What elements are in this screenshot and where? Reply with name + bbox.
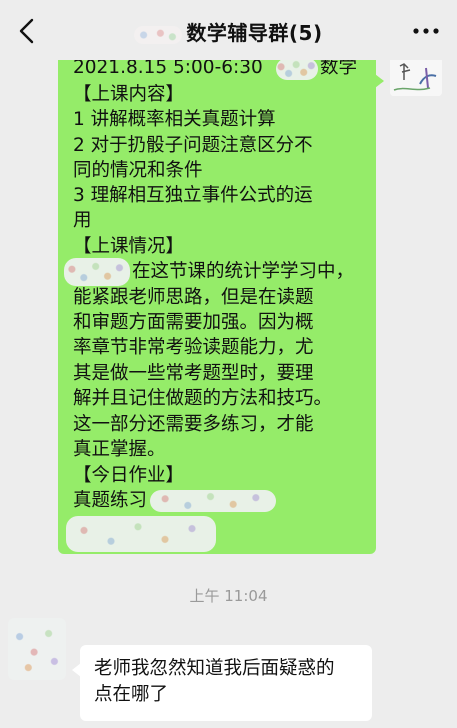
group-name: 数学辅导群(5) <box>186 21 323 45</box>
message-line: 老师我忽然知道我后面疑惑的 <box>94 658 335 679</box>
message-line: 用 <box>73 210 92 231</box>
redacted-text <box>276 58 318 80</box>
chat-title: 数学辅导群(5) <box>0 17 457 46</box>
message-line: 解并且记住做题的方法和技巧。 <box>73 388 333 409</box>
message-line: 率章节非常考验读题能力，尤 <box>73 337 314 358</box>
message-line: 2 对于扔骰子问题注意区分不 <box>73 135 313 156</box>
message-line: 【上课内容】 <box>73 84 185 105</box>
redacted-text <box>64 258 130 286</box>
redacted-name <box>134 25 183 44</box>
received-message-bubble[interactable]: 老师我忽然知道我后面疑惑的 点在哪了 <box>72 645 372 721</box>
sent-message-bubble[interactable]: 2021.8.15 5:00-6:30 数学 【上课内容】 1 讲解概率相关真题… <box>58 54 384 554</box>
avatar-artwork-icon <box>390 54 442 96</box>
message-line: 在这节课的统计学学习中， <box>132 261 355 282</box>
bubble-tail <box>375 74 384 88</box>
message-line: 点在哪了 <box>94 684 169 705</box>
more-dots-icon[interactable] <box>413 28 439 34</box>
message-line: 【今日作业】 <box>73 465 185 486</box>
sender-avatar[interactable] <box>8 618 66 680</box>
message-line: 【上课情况】 <box>73 236 185 257</box>
message-line: 能紧跟老师思路，但是在读题 <box>73 287 314 308</box>
message-line: 真题练习 <box>73 490 148 511</box>
message-line: 其是做一些常考题型时，要理 <box>73 363 314 384</box>
message-line: 3 理解相互独立事件公式的运 <box>73 185 313 206</box>
message-line: 真正掌握。 <box>73 439 166 460</box>
chat-header: 数学辅导群(5) <box>0 0 457 60</box>
message-line: 1 讲解概率相关真题计算 <box>73 109 276 130</box>
redacted-text <box>66 516 216 552</box>
message-line: 这一部分还需要多练习，才能 <box>73 414 314 435</box>
message-timestamp: 上午 11:04 <box>189 587 268 605</box>
redacted-text <box>150 490 276 512</box>
bubble-tail <box>72 663 81 677</box>
message-line: 和审题方面需要加强。因为概 <box>73 312 314 333</box>
message-line: 同的情况和条件 <box>73 160 203 181</box>
self-avatar[interactable] <box>390 54 442 96</box>
